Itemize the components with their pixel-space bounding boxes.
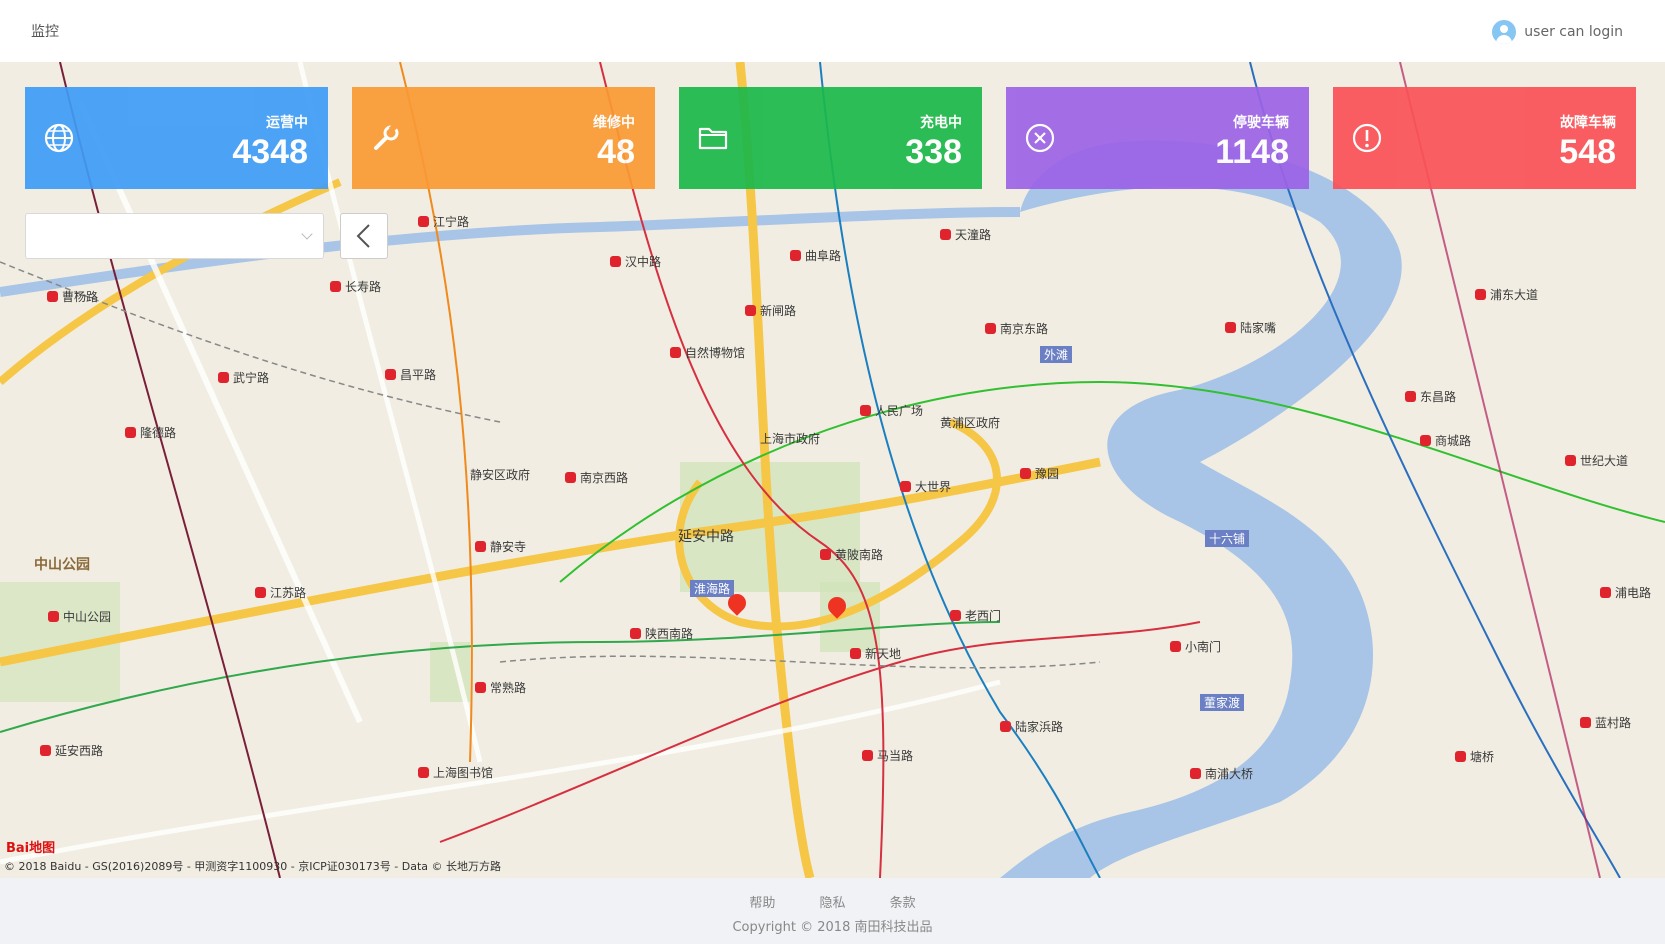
exclamation-circle-icon — [1352, 123, 1382, 153]
map-label: 浦东大道 — [1475, 286, 1538, 303]
map-label: 南浦大桥 — [1190, 765, 1253, 782]
map-label: 静安区政府 — [470, 468, 531, 482]
map-label: 浦电路 — [1600, 584, 1651, 601]
collapse-button[interactable] — [340, 213, 388, 259]
map-label: 汉中路 — [610, 253, 661, 270]
map-label: 曲阜路 — [790, 247, 841, 264]
map-label: 蓝村路 — [1580, 714, 1631, 731]
user-menu[interactable]: user can login — [1492, 20, 1623, 44]
card-value: 548 — [1559, 133, 1616, 171]
user-avatar-icon — [1492, 20, 1517, 44]
map-label: 陆家嘴 — [1225, 319, 1276, 336]
footer-links: 帮助 隐私 条款 — [0, 892, 1665, 911]
map-label: 中山公园 — [34, 557, 90, 573]
map-label: 江苏路 — [255, 584, 306, 601]
map-label: 陕西南路 — [630, 625, 693, 642]
map-label: 长寿路 — [330, 278, 381, 295]
user-name: user can login — [1524, 24, 1623, 40]
map-label: 豫园 — [1020, 465, 1059, 482]
card-label: 充电中 — [920, 115, 962, 131]
map-label: 曹杨路 — [47, 288, 98, 305]
map-label: 小南门 — [1170, 638, 1221, 655]
stat-card-operating[interactable]: 运营中 4348 — [25, 87, 328, 189]
map-label: 新天地 — [850, 645, 901, 662]
map-label: 东昌路 — [1405, 388, 1456, 405]
stat-card-parked[interactable]: 停驶车辆 1148 — [1006, 87, 1309, 189]
map-label: 天潼路 — [940, 226, 991, 243]
globe-icon — [44, 123, 74, 153]
map-label: 淮海路 — [690, 580, 735, 597]
map-label: 中山公园 — [48, 608, 111, 625]
map-label: 十六铺 — [1205, 530, 1250, 547]
card-label: 维修中 — [593, 115, 635, 131]
map-label: 隆德路 — [125, 424, 176, 441]
map-label: 大世界 — [900, 478, 951, 495]
map-label: 新闸路 — [745, 302, 796, 319]
map-label: 外滩 — [1040, 346, 1073, 363]
map-label: 昌平路 — [385, 366, 436, 383]
map-label: 塘桥 — [1455, 748, 1494, 765]
footer-link-terms[interactable]: 条款 — [890, 896, 916, 911]
map-label: 人民广场 — [860, 402, 923, 419]
footer-link-help[interactable]: 帮助 — [749, 896, 775, 911]
map-label: 自然博物馆 — [670, 344, 745, 361]
page-footer: 帮助 隐私 条款 Copyright © 2018 南田科技出品 — [0, 878, 1665, 944]
map-label: 常熟路 — [475, 679, 526, 696]
folder-icon — [698, 127, 728, 150]
close-circle-icon — [1025, 123, 1055, 153]
card-value: 4348 — [232, 133, 308, 171]
map-label: 商城路 — [1420, 432, 1471, 449]
vehicle-select[interactable] — [25, 213, 324, 259]
card-label: 停驶车辆 — [1233, 115, 1289, 131]
map-label: 上海图书馆 — [418, 764, 493, 781]
stat-card-charging[interactable]: 充电中 338 — [679, 87, 982, 189]
chevron-down-icon — [301, 228, 313, 240]
chevron-left-icon — [356, 224, 370, 248]
map-label: 延安西路 — [40, 742, 103, 759]
map-label: 黄陂南路 — [820, 546, 883, 563]
card-value: 48 — [597, 133, 635, 171]
map-label: 上海市政府 — [760, 432, 821, 446]
card-label: 运营中 — [266, 115, 308, 131]
footer-copyright: Copyright © 2018 南田科技出品 — [732, 920, 933, 935]
map-label: 马当路 — [862, 747, 913, 764]
map-copyright: © 2018 Baidu - GS(2016)2089号 - 甲测资字11009… — [4, 860, 502, 873]
stat-card-repair[interactable]: 维修中 48 — [352, 87, 655, 189]
baidu-logo: Bai地图 — [6, 841, 56, 856]
card-label: 故障车辆 — [1560, 115, 1616, 131]
wrench-icon — [374, 123, 399, 150]
footer-link-privacy[interactable]: 隐私 — [819, 896, 845, 911]
map-label: 南京东路 — [985, 320, 1048, 337]
map-label: 世纪大道 — [1565, 452, 1628, 469]
top-header: 监控 user can login — [0, 0, 1665, 62]
stat-card-fault[interactable]: 故障车辆 548 — [1333, 87, 1636, 189]
map-label: 武宁路 — [218, 369, 269, 386]
map-label: 董家渡 — [1200, 694, 1245, 711]
map-label: 江宁路 — [418, 213, 469, 230]
page-title: 监控 — [31, 24, 59, 40]
card-value: 1148 — [1215, 133, 1289, 171]
map-label: 南京西路 — [565, 469, 628, 486]
card-value: 338 — [905, 133, 962, 171]
stat-cards: 运营中 4348 维修中 48 充电中 338 停驶车辆 1148 故障车辆 5… — [25, 87, 1636, 189]
map-label: 静安寺 — [475, 538, 526, 555]
map-label: 延安中路 — [678, 529, 734, 545]
map-label: 黄浦区政府 — [940, 416, 1001, 430]
map-label: 陆家浜路 — [1000, 718, 1063, 735]
map-label: 老西门 — [950, 607, 1001, 624]
